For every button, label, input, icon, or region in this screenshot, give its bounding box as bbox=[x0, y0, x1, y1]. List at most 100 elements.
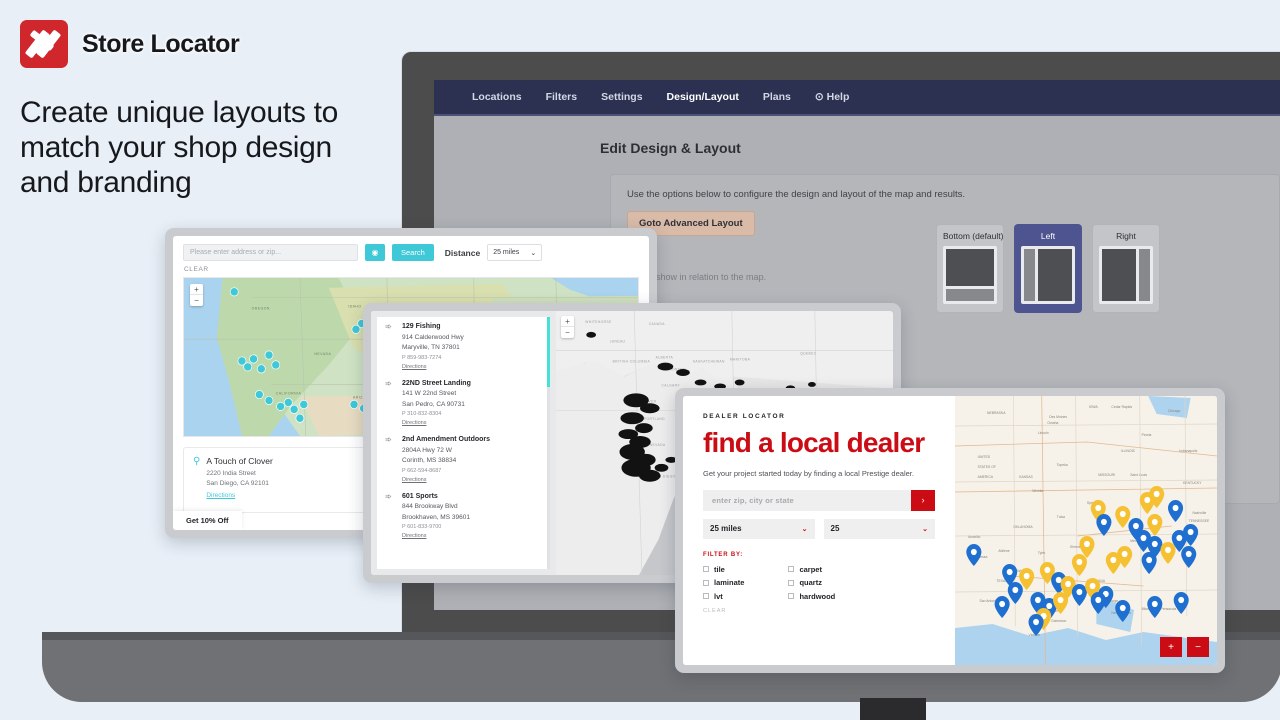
nav-item-plans[interactable]: Plans bbox=[751, 91, 803, 103]
filter-checkbox-laminate[interactable]: laminate bbox=[703, 578, 744, 587]
filter-checkbox-quartz[interactable]: quartz bbox=[788, 578, 835, 587]
checkbox-icon bbox=[788, 579, 795, 586]
map-pin-icon: ➾ bbox=[385, 322, 392, 331]
filter-checkbox-carpet[interactable]: carpet bbox=[788, 565, 835, 574]
filter-label: carpet bbox=[799, 564, 822, 574]
filter-grid: tile laminate lvt carpet quartz hardwood bbox=[703, 565, 935, 601]
zoom-out-button[interactable]: − bbox=[190, 295, 203, 306]
result-name: A Touch of Clover bbox=[206, 456, 273, 466]
scrollbar[interactable] bbox=[547, 317, 550, 569]
zoom-out-button[interactable]: − bbox=[1187, 637, 1209, 657]
distance-label: Distance bbox=[444, 247, 481, 258]
filter-by-label: FILTER BY: bbox=[703, 551, 744, 558]
location-name: 601 Sports bbox=[402, 492, 438, 500]
location-city: Brookhaven, MS 39601 bbox=[402, 513, 470, 521]
svg-text:PORTLAND: PORTLAND bbox=[644, 417, 665, 421]
dealer-selects: 25 miles ⌄ 25 ⌄ bbox=[703, 518, 935, 539]
location-directions-link[interactable]: Directions bbox=[402, 364, 464, 370]
search-bar: Please enter address or zip... ◉ Search … bbox=[173, 236, 649, 261]
dealer-form-panel: DEALER LOCATOR find a local dealer Get y… bbox=[683, 396, 955, 665]
filter-checkbox-hardwood[interactable]: hardwood bbox=[788, 592, 835, 601]
filter-checkbox-lvt[interactable]: lvt bbox=[703, 592, 744, 601]
zip-search-row: enter zip, city or state › bbox=[703, 489, 935, 511]
nav-item-help[interactable]: ⊙ Help bbox=[803, 91, 861, 103]
location-city: Maryville, TN 37801 bbox=[402, 344, 460, 352]
list-item[interactable]: ➾ 22ND Street Landing 141 W 22nd Street … bbox=[385, 378, 542, 426]
filter-label: tile bbox=[714, 564, 725, 574]
search-button[interactable]: Search bbox=[392, 244, 434, 261]
location-city: Corinth, MS 38834 bbox=[402, 457, 457, 465]
zoom-in-button[interactable]: + bbox=[1160, 637, 1182, 657]
result-city: San Diego, CA 92101 bbox=[206, 480, 269, 488]
search-input[interactable]: Please enter address or zip... bbox=[183, 244, 358, 261]
layout-option-left[interactable]: Left bbox=[1014, 224, 1082, 313]
nav-item-filters[interactable]: Filters bbox=[534, 91, 590, 103]
filter-label: quartz bbox=[799, 578, 822, 588]
location-directions-link[interactable]: Directions bbox=[402, 477, 490, 483]
svg-text:CANADA: CANADA bbox=[649, 322, 665, 326]
brand-lockup: Store Locator bbox=[20, 20, 240, 68]
geolocate-icon[interactable]: ◉ bbox=[365, 244, 385, 261]
location-phone: P 662-594-8687 bbox=[402, 467, 442, 474]
checkbox-icon bbox=[703, 579, 709, 586]
distance-value: 25 miles bbox=[493, 249, 520, 256]
map-pin-icon: ➾ bbox=[385, 378, 392, 388]
location-name: 2nd Amendment Outdoors bbox=[402, 436, 491, 444]
result-street: 2220 India Street bbox=[206, 470, 256, 477]
radius-select[interactable]: 25 miles ⌄ bbox=[703, 518, 815, 539]
filter-label: laminate bbox=[714, 578, 745, 588]
layout-option-label: Left bbox=[1040, 231, 1056, 241]
zoom-in-button[interactable]: + bbox=[190, 284, 203, 295]
map-dealer[interactable]: NEBRASKA IOWA Cedar Rapids Chicago Des Moi… bbox=[955, 396, 1217, 665]
nav-item-settings[interactable]: Settings bbox=[589, 91, 654, 103]
list-item[interactable]: ➾ 601 Sports 844 Brookway Blvd Brookhave… bbox=[385, 492, 542, 539]
filter-label: lvt bbox=[714, 591, 723, 601]
zoom-in-button[interactable]: + bbox=[561, 316, 574, 327]
count-value: 25 bbox=[830, 524, 840, 534]
map-zoom-control[interactable]: + − bbox=[561, 316, 574, 338]
radius-value: 25 miles bbox=[710, 524, 742, 534]
count-select[interactable]: 25 ⌄ bbox=[823, 518, 935, 539]
submit-chevron-right-icon[interactable]: › bbox=[911, 489, 935, 511]
location-street: 2804A Hwy 72 W bbox=[402, 446, 452, 454]
location-directions-link[interactable]: Directions bbox=[402, 533, 470, 539]
zip-input[interactable]: enter zip, city or state bbox=[703, 489, 911, 511]
map-zoom-control[interactable]: + − bbox=[1160, 637, 1209, 657]
dealer-locator-window: DEALER LOCATOR find a local dealer Get y… bbox=[675, 388, 1225, 673]
store-locator-logo-icon bbox=[20, 20, 68, 68]
clear-link[interactable]: CLEAR bbox=[173, 261, 649, 277]
svg-text:QUEBEC: QUEBEC bbox=[800, 352, 816, 356]
layout-preview-right bbox=[1099, 246, 1153, 304]
distance-select[interactable]: 25 miles ⌄ bbox=[487, 244, 543, 261]
promo-badge: Get 10% Off bbox=[173, 511, 242, 530]
zoom-out-button[interactable]: − bbox=[561, 327, 574, 338]
location-directions-link[interactable]: Directions bbox=[402, 420, 471, 426]
map-pin-icon: ➾ bbox=[385, 435, 392, 445]
checkbox-icon bbox=[703, 566, 709, 573]
layout-option-bottom[interactable]: Bottom (default) bbox=[936, 224, 1004, 313]
locations-sidebar: ➾ 129 Fishing 914 Calderwood Hwy Maryvil… bbox=[371, 311, 556, 575]
nav-item-locations[interactable]: Locations bbox=[460, 91, 534, 103]
location-name: 22ND Street Landing bbox=[402, 379, 471, 387]
nav-item-design-layout[interactable]: Design/Layout bbox=[655, 91, 751, 103]
card-description: Use the options below to configure the d… bbox=[627, 189, 965, 200]
admin-nav: Locations Filters Settings Design/Layout… bbox=[434, 80, 1280, 116]
location-phone: P 601-833-9700 bbox=[402, 524, 442, 531]
svg-text:ALBERTA: ALBERTA bbox=[656, 356, 674, 360]
list-item[interactable]: ➾ 2nd Amendment Outdoors 2804A Hwy 72 W … bbox=[385, 436, 542, 483]
list-item[interactable]: ➾ 129 Fishing 914 Calderwood Hwy Maryvil… bbox=[385, 323, 542, 370]
svg-text:SASKATCHEWAN: SASKATCHEWAN bbox=[693, 360, 725, 364]
checkbox-icon bbox=[703, 593, 709, 600]
chevron-down-icon: ⌄ bbox=[801, 525, 808, 533]
svg-text:MANITOBA: MANITOBA bbox=[730, 358, 751, 362]
locations-scroll-pane[interactable]: ➾ 129 Fishing 914 Calderwood Hwy Maryvil… bbox=[377, 317, 550, 569]
layout-options: Bottom (default) Left Right bbox=[936, 224, 1160, 313]
chevron-down-icon: ⌄ bbox=[530, 249, 537, 257]
layout-option-right[interactable]: Right bbox=[1092, 224, 1160, 313]
result-directions-link[interactable]: Directions bbox=[206, 492, 272, 499]
clear-filters-link[interactable]: CLEAR bbox=[703, 608, 935, 614]
map-zoom-control[interactable]: + − bbox=[190, 284, 203, 306]
filter-checkbox-tile[interactable]: tile bbox=[703, 565, 744, 574]
svg-text:CALGARY: CALGARY bbox=[661, 383, 680, 387]
svg-text:JUNEAU: JUNEAU bbox=[610, 340, 626, 344]
